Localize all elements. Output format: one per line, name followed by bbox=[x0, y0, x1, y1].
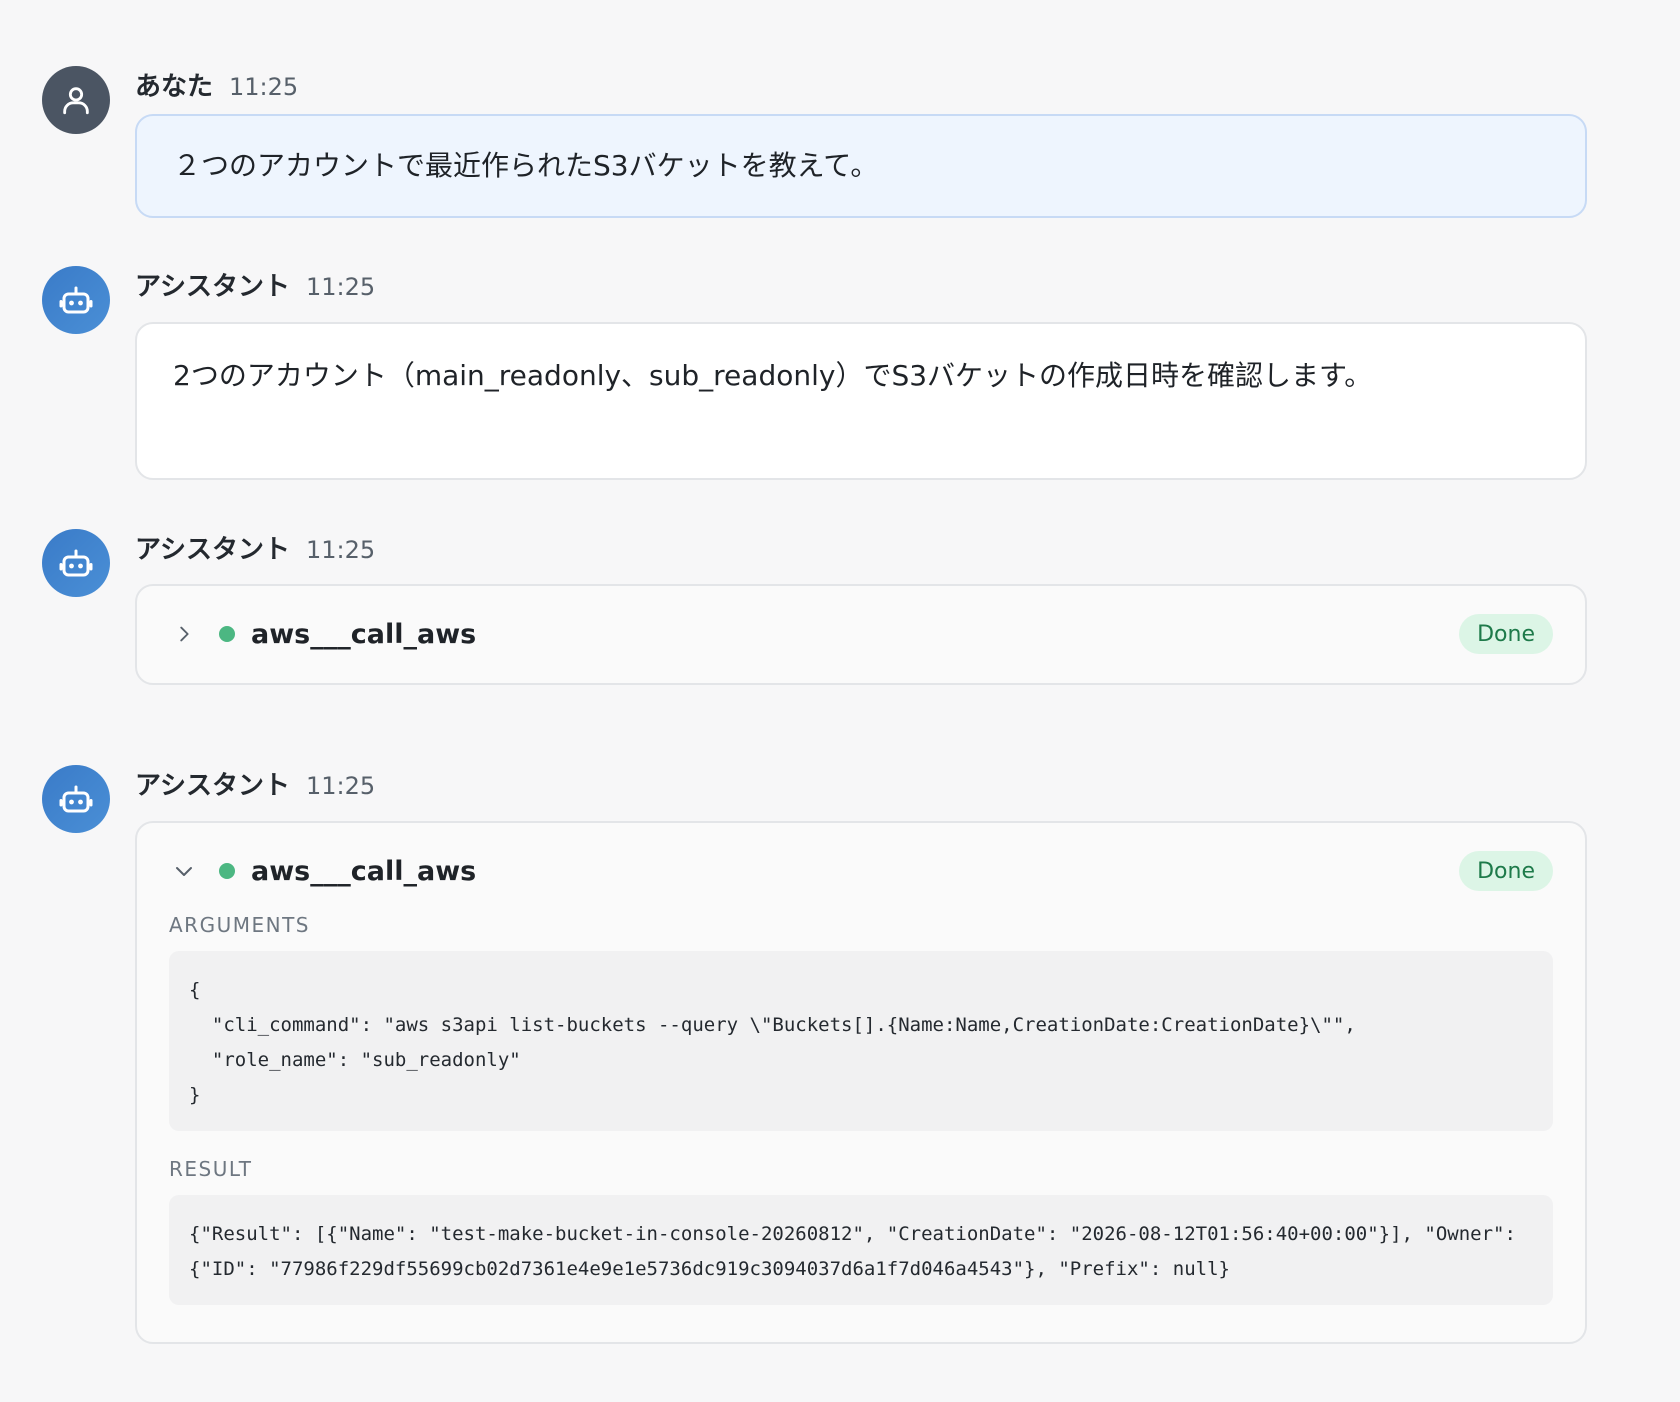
tool-call-header[interactable]: aws___call_aws Done bbox=[137, 586, 1585, 682]
chat-page: あなた 11:25 ２つのアカウントで最近作られたS3バケットを教えて。 アシス… bbox=[0, 0, 1680, 1402]
robot-icon bbox=[59, 549, 93, 577]
user-message-bubble: ２つのアカウントで最近作られたS3バケットを教えて。 bbox=[135, 114, 1587, 218]
timestamp: 11:25 bbox=[305, 536, 376, 564]
status-badge: Done bbox=[1459, 614, 1553, 654]
user-avatar bbox=[42, 66, 110, 134]
result-label: RESULT bbox=[169, 1157, 253, 1181]
chevron-down-icon bbox=[176, 867, 192, 876]
message-header: アシスタント 11:25 bbox=[135, 266, 375, 306]
robot-icon bbox=[59, 785, 93, 813]
author-name: あなた bbox=[135, 72, 214, 102]
assistant-message-bubble: 2つのアカウント（main_readonly、sub_readonly）でS3バ… bbox=[135, 322, 1587, 480]
tool-name: aws___call_aws bbox=[251, 618, 477, 650]
timestamp: 11:25 bbox=[229, 73, 299, 101]
user-message: あなた 11:25 ２つのアカウントで最近作られたS3バケットを教えて。 bbox=[42, 66, 1587, 222]
robot-icon bbox=[59, 286, 93, 314]
tool-call-card: aws___call_aws Done ARGUMENTS { "cli_com… bbox=[135, 821, 1587, 1344]
chevron-right-icon bbox=[180, 626, 189, 642]
assistant-tool-message-expanded: アシスタント 11:25 aws___call_aws Done ARGUMEN… bbox=[42, 765, 1587, 1345]
message-header: アシスタント 11:25 bbox=[135, 765, 375, 805]
author-name: アシスタント bbox=[135, 535, 290, 565]
message-header: あなた 11:25 bbox=[135, 66, 298, 106]
message-text: 2つのアカウント（main_readonly、sub_readonly）でS3バ… bbox=[173, 359, 1373, 392]
assistant-tool-message-collapsed: アシスタント 11:25 aws___call_aws Done bbox=[42, 529, 1587, 689]
tool-call-header[interactable]: aws___call_aws Done bbox=[137, 823, 1585, 919]
collapse-toggle[interactable] bbox=[171, 858, 197, 884]
status-dot-icon bbox=[219, 863, 235, 879]
assistant-avatar bbox=[42, 266, 110, 334]
message-header: アシスタント 11:25 bbox=[135, 529, 375, 569]
assistant-message: アシスタント 11:25 2つのアカウント（main_readonly、sub_… bbox=[42, 266, 1587, 482]
expand-toggle[interactable] bbox=[171, 621, 197, 647]
tool-call-card: aws___call_aws Done bbox=[135, 584, 1587, 685]
arguments-code-block: { "cli_command": "aws s3api list-buckets… bbox=[169, 951, 1553, 1131]
message-text: ２つのアカウントで最近作られたS3バケットを教えて。 bbox=[173, 149, 879, 182]
assistant-avatar bbox=[42, 765, 110, 833]
tool-name: aws___call_aws bbox=[251, 855, 477, 887]
assistant-avatar bbox=[42, 529, 110, 597]
status-badge: Done bbox=[1459, 851, 1553, 891]
timestamp: 11:25 bbox=[305, 772, 376, 800]
user-icon bbox=[63, 87, 89, 115]
status-dot-icon bbox=[219, 626, 235, 642]
author-name: アシスタント bbox=[135, 771, 290, 801]
timestamp: 11:25 bbox=[305, 273, 376, 301]
result-code-block: {"Result": [{"Name": "test-make-bucket-i… bbox=[169, 1195, 1553, 1305]
author-name: アシスタント bbox=[135, 272, 290, 302]
